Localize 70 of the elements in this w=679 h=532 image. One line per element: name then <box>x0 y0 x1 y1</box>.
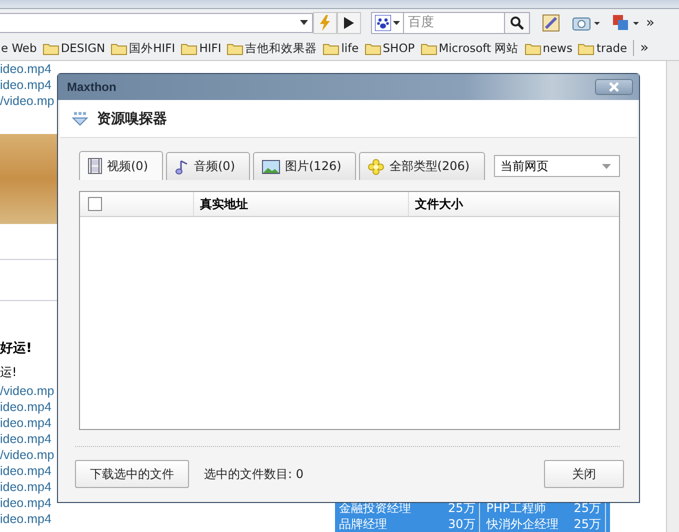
column-header[interactable]: 真实地址 <box>194 192 409 216</box>
folder-icon <box>323 42 340 54</box>
play-icon <box>344 16 354 28</box>
address-field[interactable] <box>0 12 313 32</box>
file-link[interactable]: ideo.mp4 <box>0 479 57 495</box>
bookmark-item[interactable]: trade <box>578 41 628 55</box>
go-button[interactable] <box>337 12 361 34</box>
bookmark-item[interactable]: 吉他和效果器 <box>227 40 318 56</box>
download-selected-button[interactable]: 下载选中的文件 <box>75 460 189 488</box>
caret-icon <box>393 20 400 24</box>
bookmark-item[interactable]: 国外HIFI <box>111 40 176 56</box>
bookmark-item[interactable]: news <box>524 41 572 55</box>
folder-icon <box>227 42 244 54</box>
flower-icon <box>368 158 384 174</box>
folder-icon <box>364 42 381 54</box>
tab[interactable]: 全部类型(206) <box>359 152 485 180</box>
bookmark-item[interactable]: Microsoft 网站 <box>420 40 519 56</box>
search-button[interactable] <box>504 12 530 34</box>
scrollbar[interactable] <box>666 61 679 532</box>
file-link[interactable]: ideo.mp4 <box>0 431 57 447</box>
search-engine-selector[interactable] <box>371 12 404 34</box>
file-link[interactable]: /video.mp <box>0 447 57 463</box>
column-header[interactable]: 文件大小 <box>409 192 619 216</box>
music-note-icon <box>175 158 189 174</box>
more-tools-button[interactable]: » <box>646 14 655 30</box>
bookmark-item[interactable]: DESIGN <box>42 41 106 55</box>
folder-icon <box>578 42 594 54</box>
bookmark-item[interactable]: life <box>323 41 359 55</box>
film-icon <box>88 158 102 174</box>
caret-icon <box>602 164 611 168</box>
landscape-picture-icon <box>262 160 280 174</box>
file-link[interactable]: /video.mp <box>0 93 57 109</box>
file-link[interactable]: ideo.mp4 <box>0 511 57 527</box>
tab[interactable]: 图片(126) <box>253 152 356 180</box>
salary-text: 25万 <box>563 516 606 532</box>
file-link[interactable]: ideo.mp4 <box>0 77 57 93</box>
lightning-icon <box>319 14 331 30</box>
file-link[interactable]: ideo.mp4 <box>0 463 57 479</box>
tab[interactable]: 视频(0) <box>79 151 163 180</box>
bookmark-item[interactable]: SHOP <box>364 41 415 55</box>
more-bookmarks-button[interactable]: » <box>640 40 649 56</box>
search-icon <box>510 16 524 30</box>
salary-text: 30万 <box>438 516 480 532</box>
folder-icon <box>524 42 541 54</box>
selected-count-text: 选中的文件数目: 0 <box>204 466 304 482</box>
paw-icon <box>375 14 391 30</box>
close-dialog-button[interactable]: 关闭 <box>544 460 624 488</box>
file-link[interactable]: ideo.mp4 <box>0 399 57 415</box>
download-arrow-icon <box>72 110 88 126</box>
tab[interactable]: 音频(0) <box>166 152 250 180</box>
file-link[interactable]: ideo.mp4 <box>0 61 57 77</box>
file-link[interactable]: ideo.mp4 <box>0 495 57 511</box>
folder-icon <box>111 42 128 54</box>
close-icon <box>608 82 620 92</box>
file-link[interactable]: /video.mp <box>0 383 57 399</box>
scope-dropdown[interactable]: 当前网页 <box>494 155 620 177</box>
folder-icon <box>42 42 59 54</box>
search-field[interactable]: 百度 <box>404 12 504 34</box>
close-button[interactable] <box>595 79 633 95</box>
dropdown-arrow-icon[interactable] <box>300 20 308 25</box>
folder-icon <box>420 42 437 54</box>
post-text: 运! <box>0 365 18 379</box>
pen-icon[interactable] <box>542 14 560 32</box>
select-all-checkbox[interactable] <box>88 197 102 211</box>
bookmark-item[interactable]: e Web <box>1 41 37 55</box>
file-link[interactable]: ideo.mp4 <box>0 415 57 431</box>
folder-icon <box>181 42 198 54</box>
dialog-title: 资源嗅探器 <box>97 110 167 128</box>
window-title: Maxthon <box>67 80 116 94</box>
bookmark-item[interactable]: HIFI <box>181 41 222 55</box>
